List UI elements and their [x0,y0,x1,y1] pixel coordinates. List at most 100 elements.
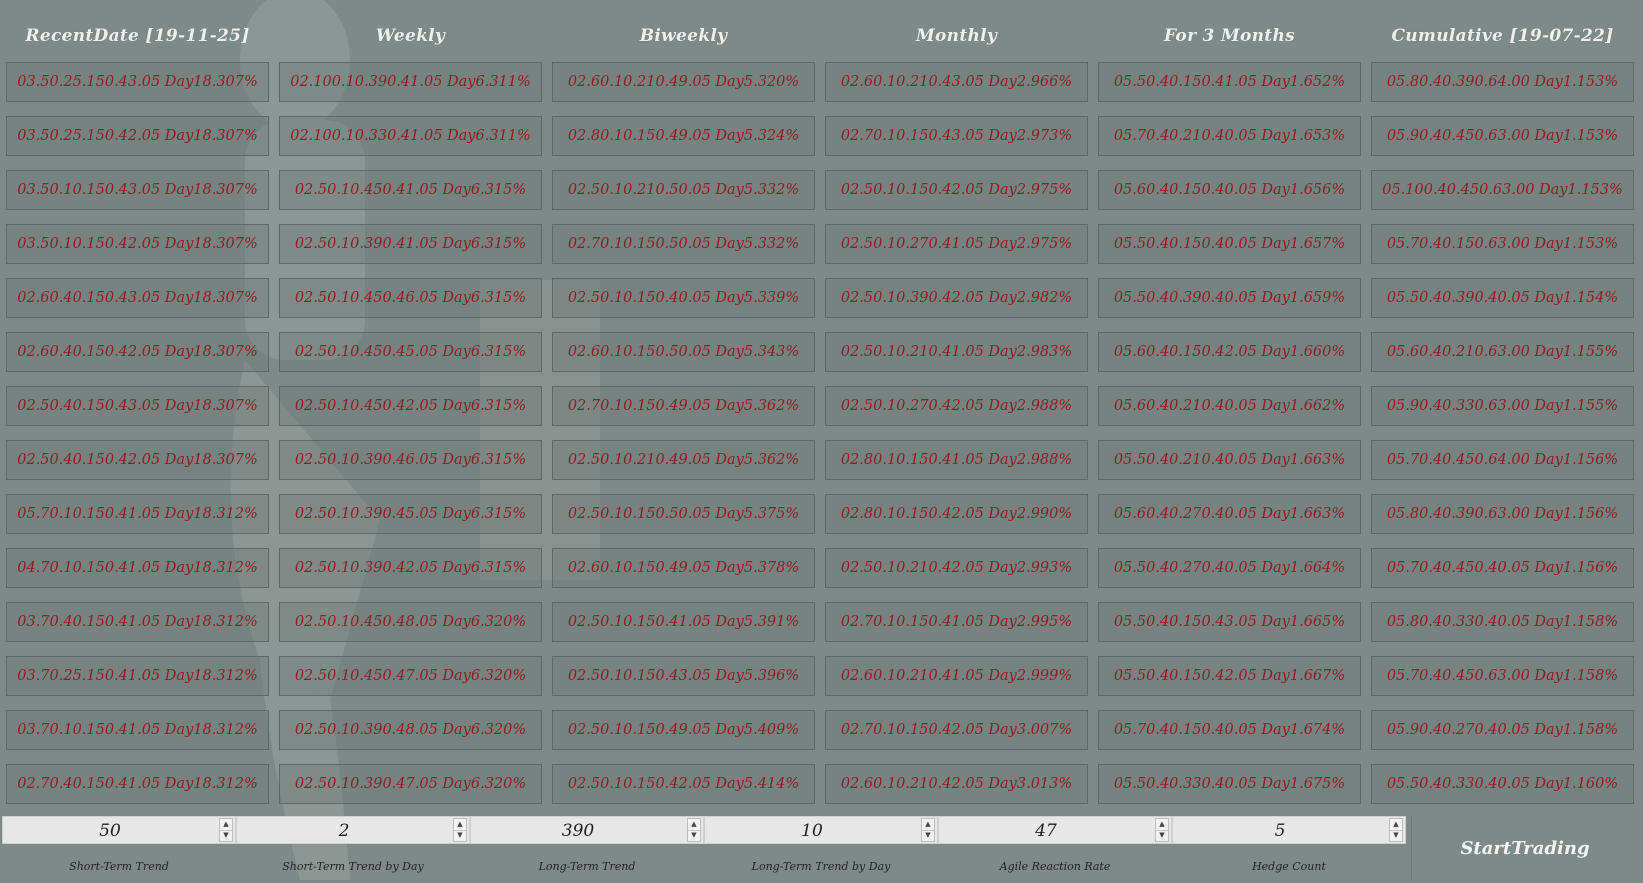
result-cell[interactable]: 02.60.10.150.50.05 Day5.343% [552,332,815,372]
result-cell[interactable]: 05.70.40.150.40.05 Day1.674% [1098,710,1361,750]
result-cell[interactable]: 02.60.10.210.42.05 Day3.013% [825,764,1088,804]
result-cell[interactable]: 02.50.10.390.42.05 Day6.315% [279,548,542,588]
result-cell[interactable]: 05.70.40.450.63.00 Day1.158% [1371,656,1634,696]
result-cell[interactable]: 03.70.40.150.41.05 Day18.312% [6,602,269,642]
result-cell[interactable]: 03.50.25.150.42.05 Day18.307% [6,116,269,156]
long-term-trend-by-day-spinbox[interactable]: 10 ▲ ▼ [704,816,938,844]
result-cell[interactable]: 02.50.10.390.45.05 Day6.315% [279,494,542,534]
result-cell[interactable]: 02.70.10.150.43.05 Day2.973% [825,116,1088,156]
result-cell[interactable]: 02.50.10.390.48.05 Day6.320% [279,710,542,750]
result-cell[interactable]: 02.80.10.150.41.05 Day2.988% [825,440,1088,480]
result-cell[interactable]: 02.100.10.330.41.05 Day6.311% [279,116,542,156]
result-cell[interactable]: 05.50.40.330.40.05 Day1.160% [1371,764,1634,804]
result-cell[interactable]: 05.70.40.210.40.05 Day1.653% [1098,116,1361,156]
down-arrow-icon[interactable]: ▼ [220,830,232,841]
hedge-count-spinbox[interactable]: 5 ▲ ▼ [1172,816,1406,844]
result-cell[interactable]: 02.50.10.210.42.05 Day2.993% [825,548,1088,588]
result-cell[interactable]: 05.80.40.390.63.00 Day1.156% [1371,494,1634,534]
result-cell[interactable]: 05.50.40.150.40.05 Day1.657% [1098,224,1361,264]
result-cell[interactable]: 03.50.10.150.42.05 Day18.307% [6,224,269,264]
result-cell[interactable]: 05.50.40.150.41.05 Day1.652% [1098,62,1361,102]
result-cell[interactable]: 05.50.40.210.40.05 Day1.663% [1098,440,1361,480]
result-cell[interactable]: 03.70.25.150.41.05 Day18.312% [6,656,269,696]
result-cell[interactable]: 05.80.40.330.40.05 Day1.158% [1371,602,1634,642]
result-cell[interactable]: 05.60.40.150.40.05 Day1.656% [1098,170,1361,210]
result-cell[interactable]: 05.60.40.150.42.05 Day1.660% [1098,332,1361,372]
result-cell[interactable]: 02.50.10.390.46.05 Day6.315% [279,440,542,480]
down-arrow-icon[interactable]: ▼ [922,830,934,841]
result-cell[interactable]: 05.50.40.150.43.05 Day1.665% [1098,602,1361,642]
result-cell[interactable]: 02.80.10.150.42.05 Day2.990% [825,494,1088,534]
down-arrow-icon[interactable]: ▼ [1156,830,1168,841]
spinbox-value[interactable]: 390 [471,817,685,843]
result-cell[interactable]: 02.50.10.210.49.05 Day5.362% [552,440,815,480]
short-term-trend-by-day-spinbox[interactable]: 2 ▲ ▼ [236,816,470,844]
result-cell[interactable]: 05.70.40.150.63.00 Day1.153% [1371,224,1634,264]
result-cell[interactable]: 05.90.40.450.63.00 Day1.153% [1371,116,1634,156]
spinbox-value[interactable]: 50 [3,817,217,843]
result-cell[interactable]: 05.80.40.390.64.00 Day1.153% [1371,62,1634,102]
result-cell[interactable]: 02.50.40.150.42.05 Day18.307% [6,440,269,480]
spinbox-value[interactable]: 47 [939,817,1153,843]
spinbox-value[interactable]: 10 [705,817,919,843]
result-cell[interactable]: 02.50.10.150.49.05 Day5.409% [552,710,815,750]
result-cell[interactable]: 02.50.10.150.50.05 Day5.375% [552,494,815,534]
agile-reaction-rate-spinbox[interactable]: 47 ▲ ▼ [938,816,1172,844]
result-cell[interactable]: 02.50.10.270.41.05 Day2.975% [825,224,1088,264]
result-cell[interactable]: 05.50.40.390.40.05 Day1.659% [1098,278,1361,318]
result-cell[interactable]: 02.50.10.150.43.05 Day5.396% [552,656,815,696]
result-cell[interactable]: 05.50.40.390.40.05 Day1.154% [1371,278,1634,318]
result-cell[interactable]: 02.50.10.150.42.05 Day5.414% [552,764,815,804]
result-cell[interactable]: 02.50.10.390.41.05 Day6.315% [279,224,542,264]
result-cell[interactable]: 03.70.10.150.41.05 Day18.312% [6,710,269,750]
result-cell[interactable]: 02.60.10.150.49.05 Day5.378% [552,548,815,588]
result-cell[interactable]: 02.50.10.450.42.05 Day6.315% [279,386,542,426]
result-cell[interactable]: 02.70.10.150.50.05 Day5.332% [552,224,815,264]
result-cell[interactable]: 02.50.10.150.41.05 Day5.391% [552,602,815,642]
result-cell[interactable]: 02.70.10.150.41.05 Day2.995% [825,602,1088,642]
spinbox-value[interactable]: 5 [1173,817,1387,843]
result-cell[interactable]: 02.70.10.150.49.05 Day5.362% [552,386,815,426]
result-cell[interactable]: 05.70.40.450.40.05 Day1.156% [1371,548,1634,588]
result-cell[interactable]: 02.50.10.210.50.05 Day5.332% [552,170,815,210]
result-cell[interactable]: 02.50.10.150.40.05 Day5.339% [552,278,815,318]
result-cell[interactable]: 05.60.40.210.40.05 Day1.662% [1098,386,1361,426]
result-cell[interactable]: 05.70.10.150.41.05 Day18.312% [6,494,269,534]
result-cell[interactable]: 03.50.25.150.43.05 Day18.307% [6,62,269,102]
result-cell[interactable]: 05.100.40.450.63.00 Day1.153% [1371,170,1634,210]
result-cell[interactable]: 02.50.40.150.43.05 Day18.307% [6,386,269,426]
result-cell[interactable]: 02.50.10.270.42.05 Day2.988% [825,386,1088,426]
result-cell[interactable]: 05.60.40.210.63.00 Day1.155% [1371,332,1634,372]
down-arrow-icon[interactable]: ▼ [454,830,466,841]
result-cell[interactable]: 02.60.10.210.41.05 Day2.999% [825,656,1088,696]
spinbox-value[interactable]: 2 [237,817,451,843]
result-cell[interactable]: 02.50.10.450.45.05 Day6.315% [279,332,542,372]
result-cell[interactable]: 02.50.10.210.41.05 Day2.983% [825,332,1088,372]
result-cell[interactable]: 02.50.10.390.47.05 Day6.320% [279,764,542,804]
result-cell[interactable]: 05.90.40.330.63.00 Day1.155% [1371,386,1634,426]
result-cell[interactable]: 02.50.10.150.42.05 Day2.975% [825,170,1088,210]
long-term-trend-spinbox[interactable]: 390 ▲ ▼ [470,816,704,844]
result-cell[interactable]: 02.50.10.390.42.05 Day2.982% [825,278,1088,318]
result-cell[interactable]: 05.50.40.330.40.05 Day1.675% [1098,764,1361,804]
result-cell[interactable]: 05.60.40.270.40.05 Day1.663% [1098,494,1361,534]
result-cell[interactable]: 05.70.40.450.64.00 Day1.156% [1371,440,1634,480]
result-cell[interactable]: 05.50.40.270.40.05 Day1.664% [1098,548,1361,588]
result-cell[interactable]: 02.80.10.150.49.05 Day5.324% [552,116,815,156]
result-cell[interactable]: 02.60.40.150.42.05 Day18.307% [6,332,269,372]
short-term-trend-spinbox[interactable]: 50 ▲ ▼ [2,816,236,844]
result-cell[interactable]: 02.50.10.450.48.05 Day6.320% [279,602,542,642]
result-cell[interactable]: 02.50.10.450.47.05 Day6.320% [279,656,542,696]
result-cell[interactable]: 02.70.10.150.42.05 Day3.007% [825,710,1088,750]
result-cell[interactable]: 02.50.10.450.41.05 Day6.315% [279,170,542,210]
result-cell[interactable]: 02.70.40.150.41.05 Day18.312% [6,764,269,804]
result-cell[interactable]: 03.50.10.150.43.05 Day18.307% [6,170,269,210]
result-cell[interactable]: 02.100.10.390.41.05 Day6.311% [279,62,542,102]
result-cell[interactable]: 05.90.40.270.40.05 Day1.158% [1371,710,1634,750]
result-cell[interactable]: 04.70.10.150.41.05 Day18.312% [6,548,269,588]
result-cell[interactable]: 02.60.10.210.43.05 Day2.966% [825,62,1088,102]
result-cell[interactable]: 02.60.10.210.49.05 Day5.320% [552,62,815,102]
down-arrow-icon[interactable]: ▼ [1390,830,1402,841]
result-cell[interactable]: 05.50.40.150.42.05 Day1.667% [1098,656,1361,696]
result-cell[interactable]: 02.60.40.150.43.05 Day18.307% [6,278,269,318]
